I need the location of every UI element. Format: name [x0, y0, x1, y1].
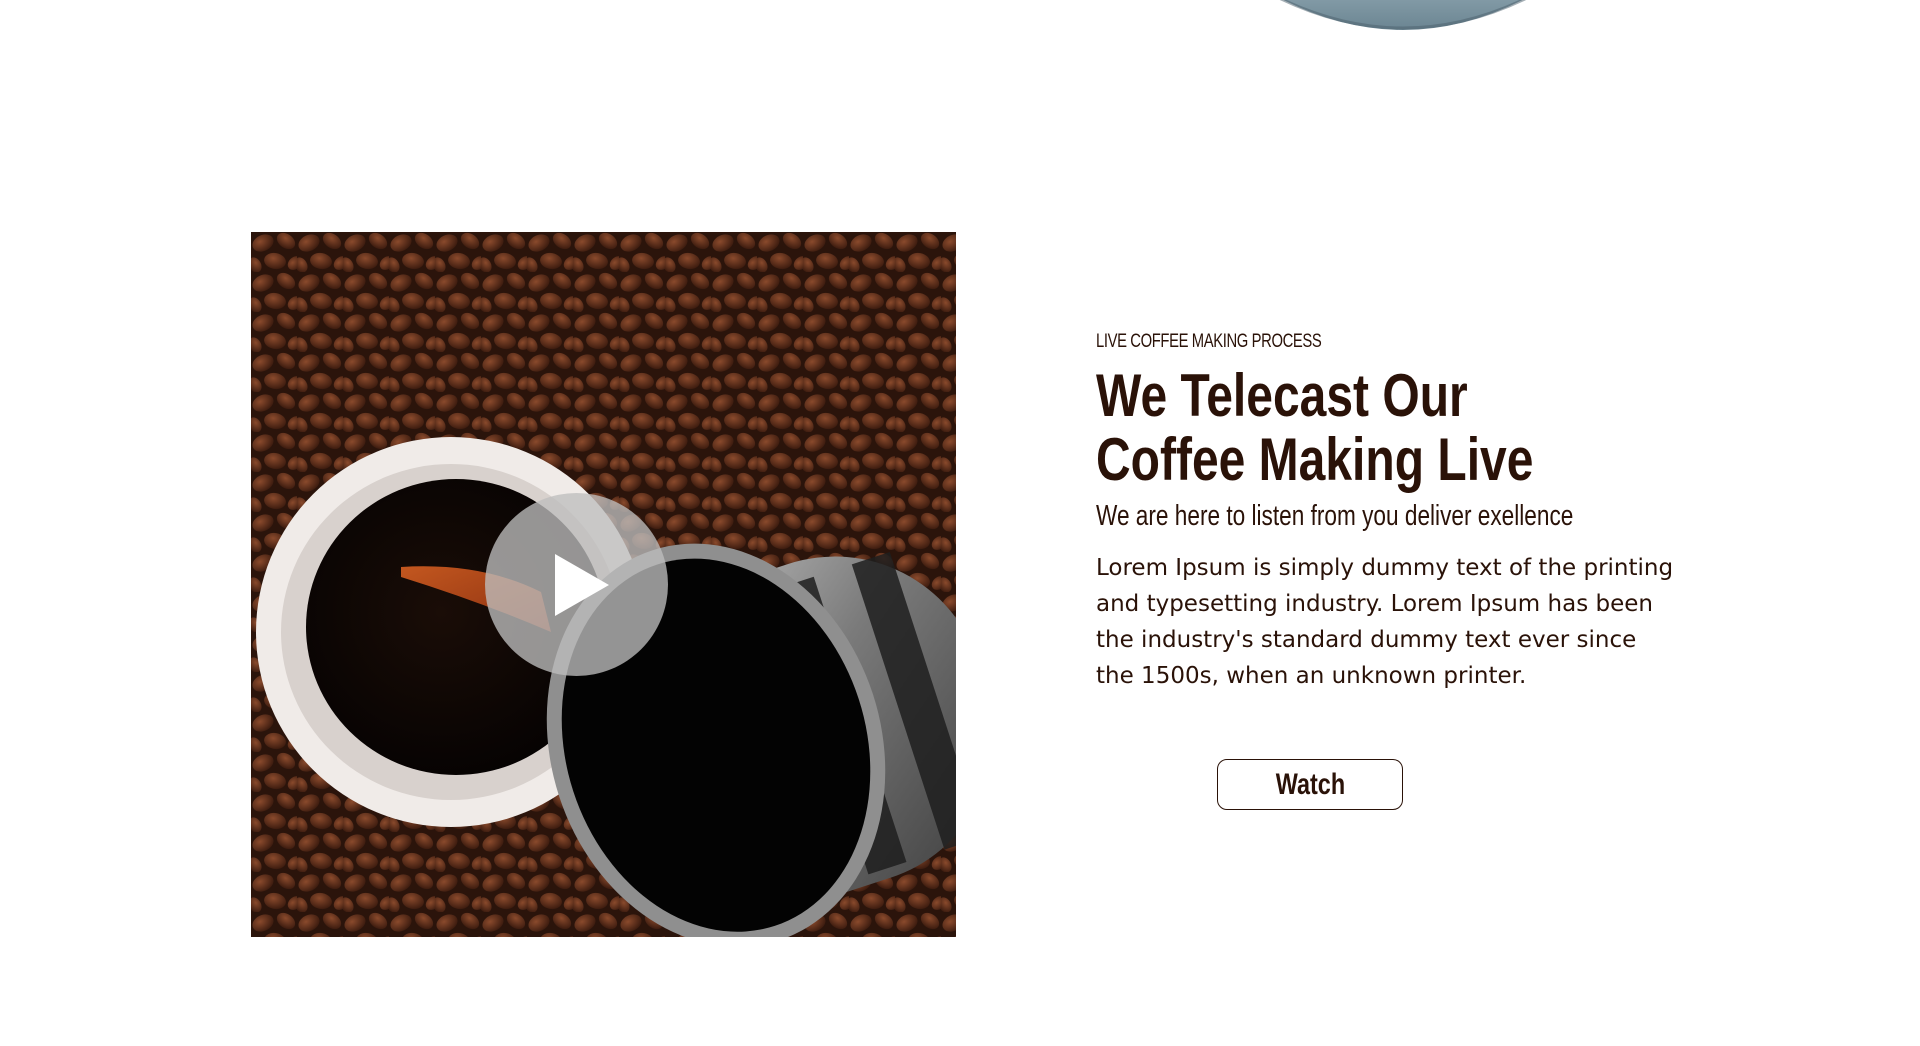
live-section-content: LIVE COFFEE MAKING PROCESS We Telecast O… [1096, 328, 1696, 694]
top-cup-image [1279, 0, 1527, 30]
play-button[interactable] [485, 493, 668, 676]
page: LIVE COFFEE MAKING PROCESS We Telecast O… [0, 0, 1920, 1046]
watch-button[interactable]: Watch [1217, 759, 1403, 810]
section-eyebrow: LIVE COFFEE MAKING PROCESS [1096, 331, 1322, 352]
watch-button-label: Watch [1275, 767, 1345, 801]
section-headline: We Telecast Our Coffee Making Live [1096, 364, 1576, 492]
play-icon [554, 553, 609, 616]
headline-line-1: We Telecast Our [1096, 362, 1468, 429]
section-subhead: We are here to listen from you deliver e… [1096, 500, 1574, 532]
headline-line-2: Coffee Making Live [1096, 426, 1534, 493]
section-body-text: Lorem Ipsum is simply dummy text of the … [1096, 555, 1674, 689]
